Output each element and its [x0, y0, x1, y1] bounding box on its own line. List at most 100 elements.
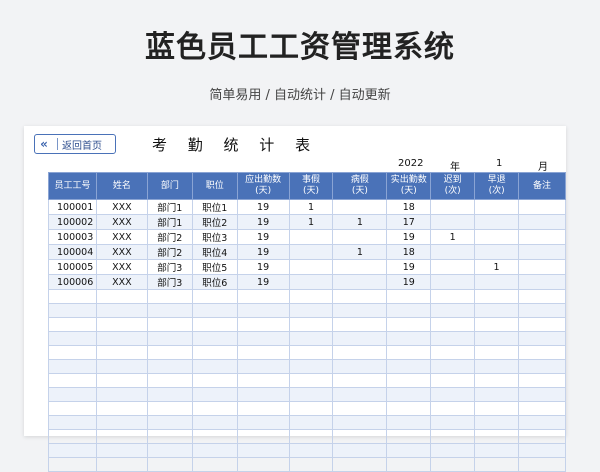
table-cell[interactable] [191, 317, 238, 332]
table-cell[interactable]: 职位4 [191, 244, 238, 260]
table-cell[interactable] [474, 429, 520, 444]
table-cell[interactable] [474, 274, 520, 290]
table-cell[interactable]: 部门1 [146, 214, 193, 230]
table-cell[interactable] [518, 199, 566, 215]
table-cell[interactable] [386, 289, 432, 304]
table-cell[interactable] [430, 373, 476, 388]
table-cell[interactable] [474, 244, 520, 260]
table-cell[interactable] [332, 331, 388, 346]
table-cell[interactable] [518, 387, 566, 402]
table-cell[interactable] [518, 274, 566, 290]
table-cell[interactable] [236, 289, 290, 304]
table-cell[interactable] [288, 244, 334, 260]
table-cell[interactable] [332, 429, 388, 444]
table-cell[interactable] [474, 373, 520, 388]
table-cell[interactable]: 19 [236, 229, 290, 245]
table-cell[interactable] [191, 387, 238, 402]
table-cell[interactable] [191, 289, 238, 304]
table-cell[interactable] [430, 303, 476, 318]
table-cell[interactable] [48, 303, 97, 318]
table-cell[interactable] [191, 429, 238, 444]
table-cell[interactable] [191, 443, 238, 458]
table-cell[interactable]: 17 [386, 214, 432, 230]
table-cell[interactable] [288, 331, 334, 346]
table-cell[interactable] [95, 373, 148, 388]
table-cell[interactable] [430, 214, 476, 230]
table-cell[interactable] [386, 317, 432, 332]
table-cell[interactable]: 部门1 [146, 199, 193, 215]
table-cell[interactable]: 100006 [48, 274, 97, 290]
table-cell[interactable] [236, 415, 290, 430]
table-cell[interactable] [48, 345, 97, 360]
table-cell[interactable] [386, 331, 432, 346]
table-cell[interactable] [288, 259, 334, 275]
table-cell[interactable]: 职位3 [191, 229, 238, 245]
table-cell[interactable] [430, 331, 476, 346]
table-cell[interactable] [474, 303, 520, 318]
table-cell[interactable] [95, 359, 148, 374]
table-cell[interactable] [430, 199, 476, 215]
table-cell[interactable]: 1 [288, 214, 334, 230]
table-cell[interactable] [236, 373, 290, 388]
table-cell[interactable] [288, 274, 334, 290]
table-cell[interactable] [386, 373, 432, 388]
table-cell[interactable] [474, 289, 520, 304]
table-cell[interactable] [48, 387, 97, 402]
table-cell[interactable] [236, 401, 290, 416]
table-cell[interactable] [236, 387, 290, 402]
table-cell[interactable]: 1 [332, 214, 388, 230]
table-cell[interactable] [332, 303, 388, 318]
table-cell[interactable] [236, 317, 290, 332]
table-cell[interactable] [386, 387, 432, 402]
table-cell[interactable] [430, 345, 476, 360]
table-cell[interactable] [146, 317, 193, 332]
table-cell[interactable]: XXX [95, 244, 148, 260]
table-cell[interactable] [474, 415, 520, 430]
table-cell[interactable] [474, 331, 520, 346]
table-cell[interactable]: 部门2 [146, 229, 193, 245]
table-cell[interactable] [518, 244, 566, 260]
table-cell[interactable] [236, 345, 290, 360]
table-cell[interactable]: XXX [95, 259, 148, 275]
table-cell[interactable] [288, 345, 334, 360]
table-cell[interactable] [288, 387, 334, 402]
table-cell[interactable] [191, 373, 238, 388]
table-cell[interactable] [95, 443, 148, 458]
table-cell[interactable]: 18 [386, 244, 432, 260]
table-cell[interactable] [474, 345, 520, 360]
table-cell[interactable]: 1 [430, 229, 476, 245]
table-cell[interactable] [288, 415, 334, 430]
table-cell[interactable]: XXX [95, 229, 148, 245]
table-cell[interactable] [95, 289, 148, 304]
table-cell[interactable]: 19 [236, 199, 290, 215]
table-cell[interactable] [474, 229, 520, 245]
table-cell[interactable] [48, 429, 97, 444]
table-cell[interactable] [474, 443, 520, 458]
table-cell[interactable] [430, 317, 476, 332]
table-cell[interactable] [48, 359, 97, 374]
table-cell[interactable]: 100005 [48, 259, 97, 275]
table-cell[interactable] [48, 443, 97, 458]
table-cell[interactable]: 18 [386, 199, 432, 215]
table-cell[interactable] [146, 373, 193, 388]
table-cell[interactable] [236, 331, 290, 346]
table-cell[interactable] [146, 401, 193, 416]
table-cell[interactable] [518, 359, 566, 374]
table-cell[interactable]: 部门2 [146, 244, 193, 260]
table-cell[interactable] [332, 199, 388, 215]
table-cell[interactable] [386, 429, 432, 444]
table-cell[interactable] [146, 359, 193, 374]
table-cell[interactable] [146, 443, 193, 458]
table-cell[interactable] [386, 443, 432, 458]
table-cell[interactable] [332, 259, 388, 275]
table-cell[interactable] [474, 401, 520, 416]
table-cell[interactable] [288, 317, 334, 332]
table-cell[interactable] [288, 359, 334, 374]
table-cell[interactable] [430, 443, 476, 458]
table-cell[interactable] [386, 303, 432, 318]
table-cell[interactable] [518, 373, 566, 388]
table-cell[interactable] [386, 359, 432, 374]
table-cell[interactable]: 19 [236, 259, 290, 275]
table-cell[interactable] [288, 303, 334, 318]
table-cell[interactable]: 职位1 [191, 199, 238, 215]
